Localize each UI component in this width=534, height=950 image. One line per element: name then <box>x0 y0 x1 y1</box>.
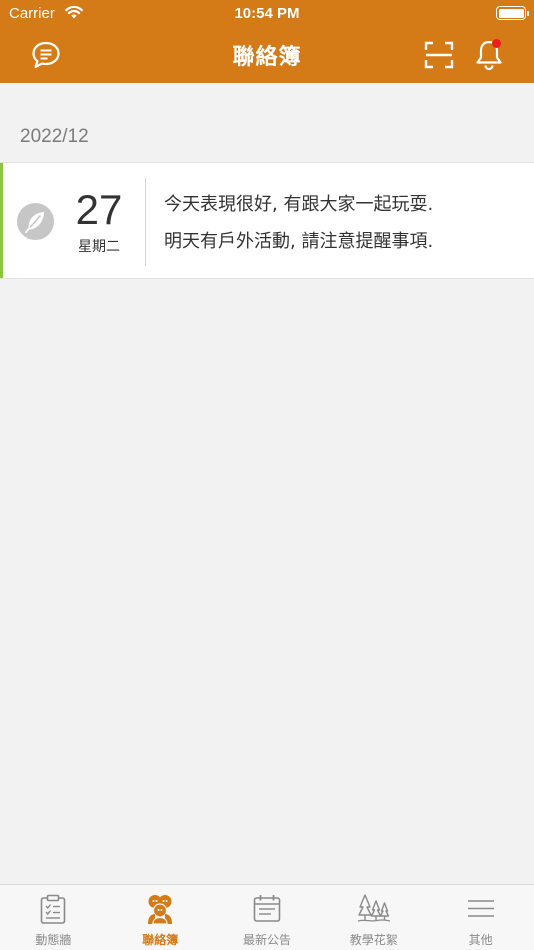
entry-line: 今天表現很好, 有跟大家一起玩耍. <box>164 194 434 215</box>
entry-message: 今天表現很好, 有跟大家一起玩耍. 明天有戶外活動, 請注意提醒事項. <box>164 186 524 260</box>
entry-line: 明天有戶外活動, 請注意提醒事項. <box>164 231 434 252</box>
month-header: 2022/12 <box>20 126 89 147</box>
calendar-icon <box>253 895 281 922</box>
tab-contact-book[interactable]: 聯絡簿 <box>107 885 214 950</box>
trees-icon <box>357 894 390 922</box>
entry-accent-bar <box>0 163 3 278</box>
menu-icon <box>467 900 494 917</box>
status-time: 10:54 PM <box>234 5 300 22</box>
feather-icon <box>17 203 54 240</box>
kids-icon <box>148 895 173 925</box>
tab-label: 教學花絮 <box>349 933 398 947</box>
notification-badge <box>492 39 501 48</box>
battery-icon <box>496 6 529 20</box>
tab-bar: 動態牆 聯絡簿 最新公告 教學花絮 其他 <box>0 884 534 950</box>
clipboard-icon <box>41 894 66 924</box>
entry-day: 27 <box>75 186 123 233</box>
notification-button[interactable] <box>473 38 505 72</box>
tab-label: 聯絡簿 <box>142 933 179 947</box>
tab-feed[interactable]: 動態牆 <box>0 885 107 950</box>
entry-divider <box>145 178 146 266</box>
navbar: 聯絡簿 <box>0 28 534 83</box>
scan-icon <box>424 41 454 69</box>
header: Carrier 10:54 PM 聯絡簿 <box>0 0 534 83</box>
tab-label: 其他 <box>468 933 493 947</box>
app-root: Carrier 10:54 PM 聯絡簿 2022/12 27 星期二 今天表現… <box>0 0 534 950</box>
status-bar: Carrier 10:54 PM <box>0 0 534 28</box>
scan-button[interactable] <box>423 40 455 70</box>
tab-label: 最新公告 <box>242 933 291 947</box>
tab-more[interactable]: 其他 <box>427 885 534 950</box>
tab-gallery[interactable]: 教學花絮 <box>320 885 427 950</box>
tab-announcements[interactable]: 最新公告 <box>214 885 321 950</box>
tab-label: 動態牆 <box>35 933 72 947</box>
entry-weekday: 星期二 <box>78 239 120 255</box>
contact-book-entry[interactable]: 27 星期二 今天表現很好, 有跟大家一起玩耍. 明天有戶外活動, 請注意提醒事… <box>0 162 534 279</box>
